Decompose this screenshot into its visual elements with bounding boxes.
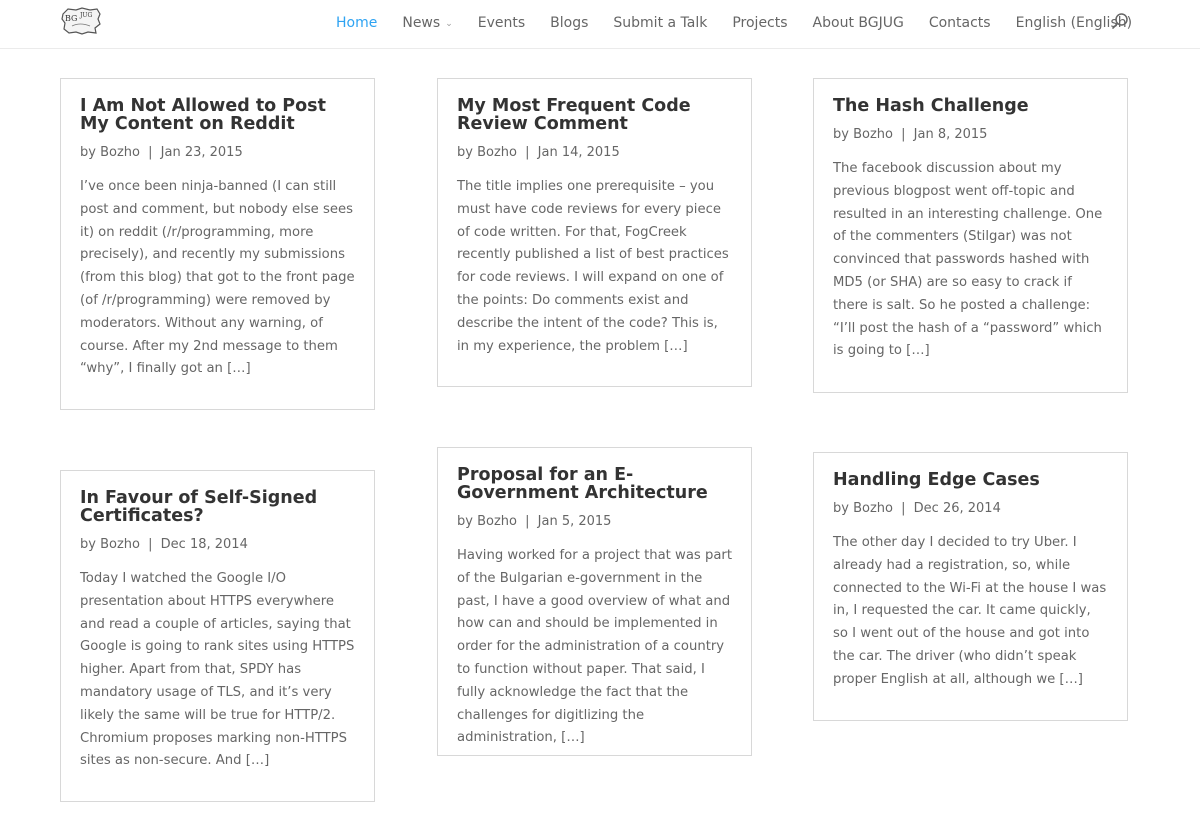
svg-text:JUG: JUG [79, 12, 92, 19]
bgjug-logo[interactable]: BG JUG [60, 6, 102, 36]
search-icon[interactable] [1111, 12, 1129, 30]
nav-item-news[interactable]: News ⌄ [402, 15, 452, 31]
nav-item-label: Home [336, 15, 378, 31]
post-date: Jan 5, 2015 [537, 514, 612, 529]
post-date: Jan 8, 2015 [913, 127, 988, 142]
post-by: by [457, 145, 473, 160]
nav-item-submit-a-talk[interactable]: Submit a Talk [613, 15, 707, 31]
post-card: My Most Frequent Code Review Comment by … [437, 78, 752, 387]
svg-text:BG: BG [65, 14, 77, 23]
post-meta: by Bozho | Dec 18, 2014 [80, 536, 355, 554]
nav-item-contacts[interactable]: Contacts [929, 15, 991, 31]
nav-item-events[interactable]: Events [478, 15, 525, 31]
site-header: BG JUG Home News ⌄ Events Blogs Submit a… [0, 0, 1200, 48]
nav-item-home[interactable]: Home [336, 15, 377, 31]
nav-item-label: Blogs [550, 15, 589, 31]
post-excerpt: The facebook discussion about my previou… [833, 161, 1103, 359]
meta-separator: | [901, 127, 906, 142]
post-author-link[interactable]: Bozho [477, 514, 517, 529]
meta-separator: | [901, 501, 906, 516]
post-date: Dec 26, 2014 [913, 501, 1001, 516]
post-meta: by Bozho | Jan 8, 2015 [833, 126, 1108, 144]
nav-item-label: About BGJUG [812, 15, 904, 31]
meta-separator: | [525, 145, 530, 160]
post-by: by [457, 514, 473, 529]
post-title[interactable]: I Am Not Allowed to Post My Content on R… [80, 97, 355, 133]
post-card: The Hash Challenge by Bozho | Jan 8, 201… [813, 78, 1128, 393]
nav-item-blogs[interactable]: Blogs [550, 15, 588, 31]
nav-item-projects[interactable]: Projects [732, 15, 787, 31]
chevron-down-icon: ⌄ [445, 19, 453, 29]
nav-item-label: Submit a Talk [613, 15, 708, 31]
nav-item-label: Projects [732, 15, 788, 31]
post-title[interactable]: The Hash Challenge [833, 97, 1108, 115]
post-by: by [833, 501, 849, 516]
post-meta: by Bozho | Jan 23, 2015 [80, 144, 355, 162]
main-navigation: Home News ⌄ Events Blogs Submit a Talk P… [336, 0, 1157, 46]
post-author-link[interactable]: Bozho [100, 537, 140, 552]
post-excerpt: The title implies one prerequisite – you… [457, 179, 729, 354]
post-excerpt: I’ve once been ninja-banned (I can still… [80, 179, 355, 377]
post-card: In Favour of Self-Signed Certificates? b… [60, 470, 375, 802]
post-author-link[interactable]: Bozho [477, 145, 517, 160]
post-excerpt: Having worked for a project that was par… [457, 548, 733, 746]
post-author-link[interactable]: Bozho [853, 501, 893, 516]
post-excerpt: The other day I decided to try Uber. I a… [833, 535, 1107, 687]
post-title[interactable]: Handling Edge Cases [833, 471, 1108, 489]
post-date: Dec 18, 2014 [160, 537, 248, 552]
post-card: Proposal for an E-Government Architectur… [437, 447, 752, 756]
post-title[interactable]: Proposal for an E-Government Architectur… [457, 466, 732, 502]
nav-item-label: News [402, 15, 441, 31]
post-by: by [80, 145, 96, 160]
post-meta: by Bozho | Dec 26, 2014 [833, 500, 1108, 518]
post-card: Handling Edge Cases by Bozho | Dec 26, 2… [813, 452, 1128, 721]
nav-item-label: Contacts [928, 15, 991, 31]
post-date: Jan 14, 2015 [537, 145, 620, 160]
post-by: by [833, 127, 849, 142]
post-meta: by Bozho | Jan 14, 2015 [457, 144, 732, 162]
nav-item-label: Events [477, 15, 526, 31]
post-title[interactable]: My Most Frequent Code Review Comment [457, 97, 732, 133]
post-card: I Am Not Allowed to Post My Content on R… [60, 78, 375, 410]
post-excerpt: Today I watched the Google I/O presentat… [80, 571, 355, 769]
post-by: by [80, 537, 96, 552]
post-date: Jan 23, 2015 [160, 145, 243, 160]
post-title[interactable]: In Favour of Self-Signed Certificates? [80, 489, 355, 525]
post-author-link[interactable]: Bozho [853, 127, 893, 142]
meta-separator: | [148, 537, 153, 552]
meta-separator: | [148, 145, 153, 160]
nav-item-about-bgjug[interactable]: About BGJUG [813, 15, 904, 31]
post-author-link[interactable]: Bozho [100, 145, 140, 160]
post-meta: by Bozho | Jan 5, 2015 [457, 513, 732, 531]
meta-separator: | [525, 514, 530, 529]
